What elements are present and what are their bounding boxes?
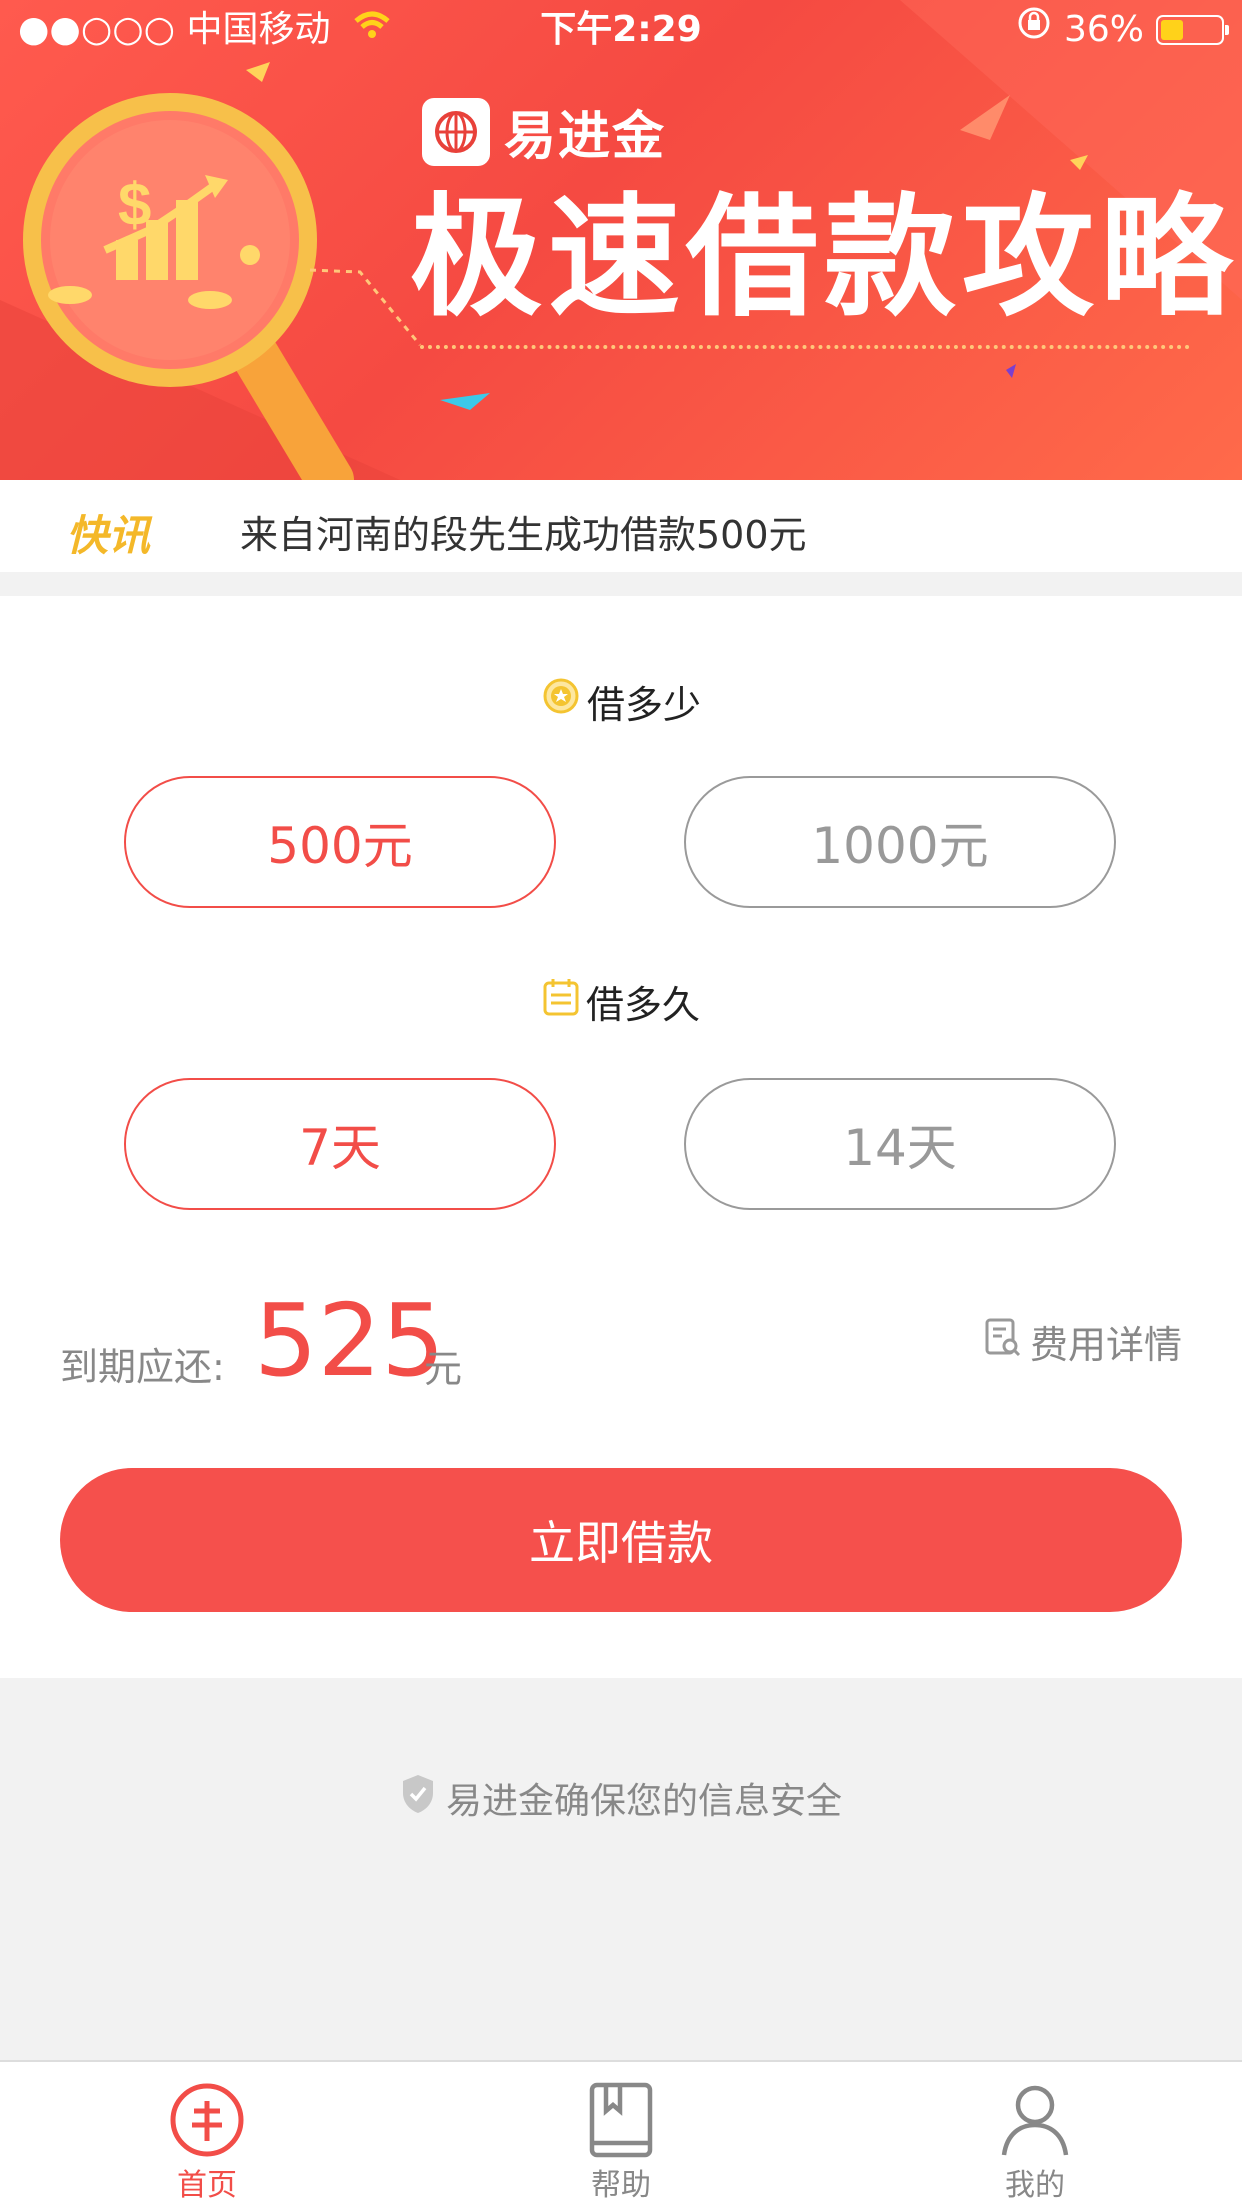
tab-home-label: 首页 [177, 2168, 237, 2203]
battery-icon [1156, 15, 1229, 45]
fee-details-link[interactable]: 费用详情 [984, 1314, 1182, 1369]
book-icon [521, 2080, 721, 2160]
news-tag: 快讯 [66, 511, 151, 560]
home-coin-icon [107, 2080, 307, 2160]
due-unit: 元 [424, 1347, 463, 1391]
duration-option-7[interactable]: 7天 [124, 1078, 556, 1210]
promo-banner[interactable]: $ ●●○○○ 中国移动 下午2:29 36% 易进金 极速借款攻略 [0, 0, 1242, 480]
due-amount: 525 [254, 1282, 445, 1399]
duration-label: 借多久 [585, 983, 700, 1027]
borrow-now-button[interactable]: 立即借款 [60, 1468, 1182, 1612]
amount-section-label: 借多少 [0, 674, 1242, 729]
battery-area: 36% [1016, 0, 1229, 60]
amount-label: 借多少 [586, 683, 701, 727]
loan-form-card: 借多少 500元 1000元 借多久 7天 14天 到期应还: 525 元 费用… [0, 596, 1242, 1678]
tab-mine-label: 我的 [1005, 2168, 1065, 2203]
amount-option-1000[interactable]: 1000元 [684, 776, 1116, 908]
security-text: 易进金确保您的信息安全 [445, 1781, 842, 1822]
shield-check-icon [400, 1773, 436, 1824]
brand: 易进金 [422, 94, 666, 169]
battery-percent: 36% [1063, 9, 1144, 50]
banner-divider [420, 345, 1190, 349]
security-notice: 易进金确保您的信息安全 [0, 1772, 1242, 1824]
news-ticker[interactable]: 快讯 来自河南的段先生成功借款500元 [0, 480, 1242, 572]
due-label: 到期应还: [60, 1345, 225, 1389]
brand-name: 易进金 [504, 107, 667, 167]
document-search-icon [984, 1317, 1022, 1366]
status-bar: ●●○○○ 中国移动 下午2:29 36% [0, 0, 1242, 60]
news-text: 来自河南的段先生成功借款500元 [240, 513, 807, 557]
user-icon [935, 2080, 1135, 2160]
tab-help-label: 帮助 [591, 2168, 651, 2203]
svg-text:$: $ [118, 171, 151, 238]
duration-option-14[interactable]: 14天 [684, 1078, 1116, 1210]
banner-title: 极速借款攻略 [410, 181, 1238, 335]
tab-home[interactable]: 首页 [107, 2080, 307, 2204]
bottom-tab-bar: 首页 帮助 我的 [0, 2060, 1242, 2208]
tab-mine[interactable]: 我的 [935, 2080, 1135, 2204]
amount-option-500[interactable]: 500元 [124, 776, 556, 908]
tab-help[interactable]: 帮助 [521, 2080, 721, 2204]
calendar-icon [542, 977, 580, 1026]
duration-section-label: 借多久 [0, 974, 1242, 1029]
rotation-lock-icon [1016, 0, 1052, 60]
brand-logo-icon [422, 97, 490, 166]
fee-details-label: 费用详情 [1029, 1323, 1182, 1367]
medal-icon [541, 676, 581, 727]
